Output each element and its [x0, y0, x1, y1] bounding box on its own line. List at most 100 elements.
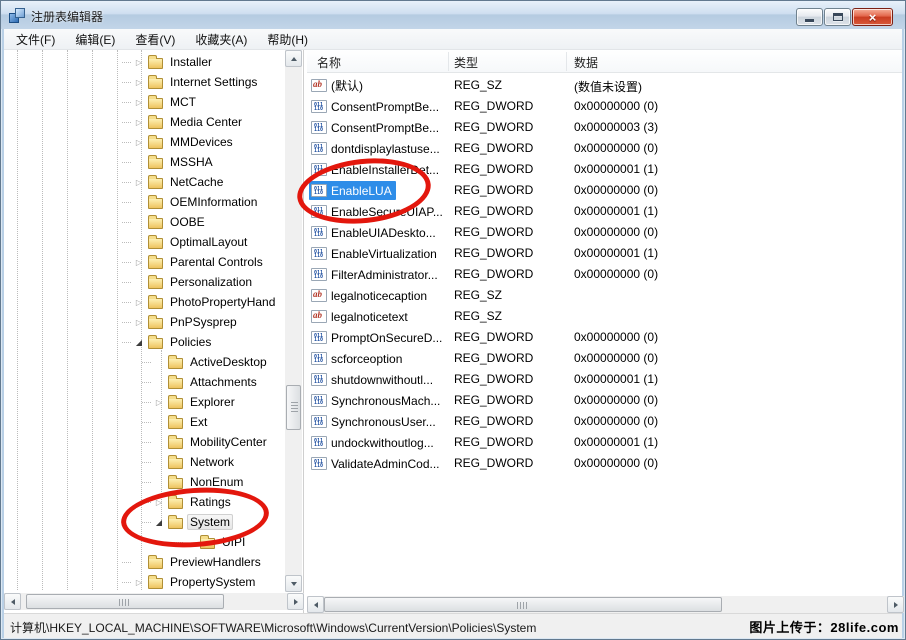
expander-collapsed-icon[interactable] [132, 295, 146, 309]
expander-collapsed-icon[interactable] [152, 395, 166, 409]
expander-collapsed-icon[interactable] [132, 575, 146, 589]
value-name-cell[interactable]: legalnoticecaption [309, 286, 431, 305]
value-name-cell[interactable]: shutdownwithoutl... [309, 370, 437, 389]
value-row-SynchronousUser[interactable]: SynchronousUser...REG_DWORD0x00000000 (0… [307, 411, 902, 432]
value-row-ConsentPromptBe[interactable]: ConsentPromptBe...REG_DWORD0x00000000 (0… [307, 96, 902, 117]
tree-item-Personalization[interactable]: Personalization [4, 272, 285, 292]
scroll-left-button[interactable] [4, 593, 21, 610]
value-name-cell[interactable]: scforceoption [309, 349, 406, 368]
value-name-cell[interactable]: EnableLUA [309, 181, 396, 200]
value-row-EnableUIADeskto[interactable]: EnableUIADeskto...REG_DWORD0x00000000 (0… [307, 222, 902, 243]
tree-item-MobilityCenter[interactable]: MobilityCenter [4, 432, 285, 452]
value-row-ValidateAdminCod[interactable]: ValidateAdminCod...REG_DWORD0x00000000 (… [307, 453, 902, 474]
tree-item-System[interactable]: System [4, 512, 285, 532]
tree-item-ActiveDesktop[interactable]: ActiveDesktop [4, 352, 285, 372]
tree-item-PhotoPropertyHand[interactable]: PhotoPropertyHand [4, 292, 285, 312]
value-row-legalnoticecaption[interactable]: legalnoticecaptionREG_SZ [307, 285, 902, 306]
maximize-button[interactable] [824, 8, 851, 26]
value-name-cell[interactable]: (默认) [309, 76, 367, 95]
expander-collapsed-icon[interactable] [132, 175, 146, 189]
tree-item-Attachments[interactable]: Attachments [4, 372, 285, 392]
value-row-EnableLUA[interactable]: EnableLUAREG_DWORD0x00000000 (0) [307, 180, 902, 201]
column-header-data[interactable]: 数据 [574, 54, 598, 71]
tree-vertical-scrollbar[interactable] [285, 50, 302, 592]
expander-collapsed-icon[interactable] [132, 75, 146, 89]
value-row-shutdownwithoutl[interactable]: shutdownwithoutl...REG_DWORD0x00000001 (… [307, 369, 902, 390]
expander-collapsed-icon[interactable] [132, 55, 146, 69]
menu-help[interactable]: 帮助(H) [257, 28, 318, 51]
tree-item-Explorer[interactable]: Explorer [4, 392, 285, 412]
value-name-cell[interactable]: ConsentPromptBe... [309, 118, 443, 137]
menu-edit[interactable]: 编辑(E) [65, 28, 125, 51]
tree-item-Media-Center[interactable]: Media Center [4, 112, 285, 132]
tree-item-NonEnum[interactable]: NonEnum [4, 472, 285, 492]
tree-item-Installer[interactable]: Installer [4, 52, 285, 72]
value-name-cell[interactable]: FilterAdministrator... [309, 265, 442, 284]
value-name-cell[interactable]: ValidateAdminCod... [309, 454, 444, 473]
tree-item-OOBE[interactable]: OOBE [4, 212, 285, 232]
tree-item-Internet-Settings[interactable]: Internet Settings [4, 72, 285, 92]
scroll-up-button[interactable] [285, 50, 302, 67]
expander-collapsed-icon[interactable] [152, 495, 166, 509]
scroll-left-button[interactable] [307, 596, 324, 613]
expander-collapsed-icon[interactable] [132, 115, 146, 129]
value-name-cell[interactable]: ConsentPromptBe... [309, 97, 443, 116]
tree-horizontal-scrollbar[interactable] [4, 593, 304, 610]
tree-item-OEMInformation[interactable]: OEMInformation [4, 192, 285, 212]
title-bar[interactable]: 注册表编辑器 × [1, 1, 905, 29]
column-header-name[interactable]: 名称 [317, 54, 341, 71]
column-separator[interactable] [448, 52, 449, 71]
scroll-down-button[interactable] [285, 575, 302, 592]
expander-collapsed-icon[interactable] [132, 315, 146, 329]
menu-favorites[interactable]: 收藏夹(A) [185, 28, 257, 51]
expander-expanded-icon[interactable] [132, 335, 146, 349]
value-row-EnableVirtualization[interactable]: EnableVirtualizationREG_DWORD0x00000001 … [307, 243, 902, 264]
tree-item-Policies[interactable]: Policies [4, 332, 285, 352]
close-button[interactable]: × [852, 8, 893, 26]
scroll-right-button[interactable] [287, 593, 304, 610]
value-name-cell[interactable]: dontdisplaylastuse... [309, 139, 444, 158]
value-name-cell[interactable]: legalnoticetext [309, 307, 412, 326]
list-horizontal-scrollbar[interactable] [307, 596, 904, 613]
expander-collapsed-icon[interactable] [132, 135, 146, 149]
value-name-cell[interactable]: EnableSecureUIAP... [309, 202, 447, 221]
value-row-()[interactable]: (默认)REG_SZ(数值未设置) [307, 75, 902, 96]
minimize-button[interactable] [796, 8, 823, 26]
value-row-SynchronousMach[interactable]: SynchronousMach...REG_DWORD0x00000000 (0… [307, 390, 902, 411]
tree-item-MMDevices[interactable]: MMDevices [4, 132, 285, 152]
value-row-FilterAdministrator[interactable]: FilterAdministrator...REG_DWORD0x0000000… [307, 264, 902, 285]
value-row-undockwithoutlog[interactable]: undockwithoutlog...REG_DWORD0x00000001 (… [307, 432, 902, 453]
menu-file[interactable]: 文件(F) [6, 28, 65, 51]
tree-item-Ratings[interactable]: Ratings [4, 492, 285, 512]
column-separator[interactable] [566, 52, 567, 71]
tree-item-Ext[interactable]: Ext [4, 412, 285, 432]
value-row-EnableInstallerDet[interactable]: EnableInstallerDet...REG_DWORD0x00000001… [307, 159, 902, 180]
value-row-legalnoticetext[interactable]: legalnoticetextREG_SZ [307, 306, 902, 327]
expander-collapsed-icon[interactable] [132, 255, 146, 269]
value-row-dontdisplaylastuse[interactable]: dontdisplaylastuse...REG_DWORD0x00000000… [307, 138, 902, 159]
value-name-cell[interactable]: EnableInstallerDet... [309, 160, 443, 179]
tree-item-Parental-Controls[interactable]: Parental Controls [4, 252, 285, 272]
value-row-EnableSecureUIAP[interactable]: EnableSecureUIAP...REG_DWORD0x00000001 (… [307, 201, 902, 222]
expander-expanded-icon[interactable] [152, 515, 166, 529]
scroll-right-button[interactable] [887, 596, 904, 613]
tree-item-UIPI[interactable]: UIPI [4, 532, 285, 552]
tree-item-PropertySystem[interactable]: PropertySystem [4, 572, 285, 592]
tree-item-PnPSysprep[interactable]: PnPSysprep [4, 312, 285, 332]
tree-vscroll-thumb[interactable] [286, 385, 301, 430]
expander-collapsed-icon[interactable] [132, 95, 146, 109]
value-row-scforceoption[interactable]: scforceoptionREG_DWORD0x00000000 (0) [307, 348, 902, 369]
value-name-cell[interactable]: undockwithoutlog... [309, 433, 438, 452]
value-row-ConsentPromptBe[interactable]: ConsentPromptBe...REG_DWORD0x00000003 (3… [307, 117, 902, 138]
tree-item-NetCache[interactable]: NetCache [4, 172, 285, 192]
value-name-cell[interactable]: SynchronousMach... [309, 391, 444, 410]
value-row-PromptOnSecureD[interactable]: PromptOnSecureD...REG_DWORD0x00000000 (0… [307, 327, 902, 348]
tree-item-MCT[interactable]: MCT [4, 92, 285, 112]
tree-hscroll-thumb[interactable] [26, 594, 224, 609]
column-header-type[interactable]: 类型 [454, 54, 478, 71]
list-hscroll-thumb[interactable] [324, 597, 722, 612]
tree-item-PreviewHandlers[interactable]: PreviewHandlers [4, 552, 285, 572]
value-name-cell[interactable]: PromptOnSecureD... [309, 328, 446, 347]
tree-item-MSSHA[interactable]: MSSHA [4, 152, 285, 172]
menu-view[interactable]: 查看(V) [125, 28, 185, 51]
